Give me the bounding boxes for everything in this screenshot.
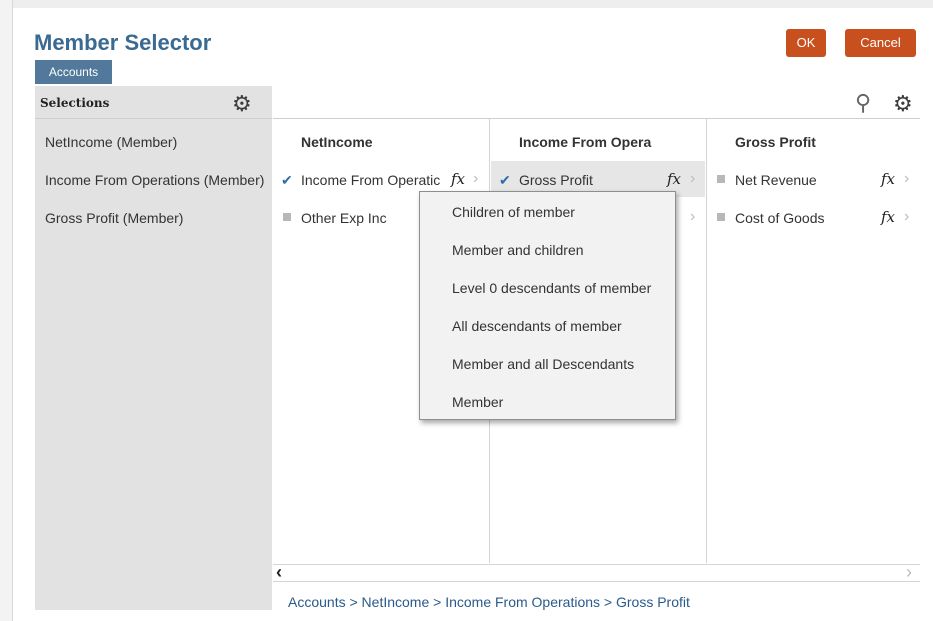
background-window-edge-top: [0, 0, 933, 8]
menu-item-member-and-all-descendants[interactable]: Member and all Descendants: [452, 356, 634, 372]
chevron-right-icon[interactable]: ›: [904, 170, 909, 188]
column-divider: [706, 119, 707, 563]
background-window-edge-left: [0, 0, 13, 621]
breadcrumb[interactable]: Accounts > NetIncome > Income From Opera…: [288, 594, 690, 610]
selections-title: Selections: [40, 96, 110, 110]
member-toolbar: [273, 86, 920, 119]
column-header-gross-profit: Gross Profit: [735, 134, 816, 150]
menu-item-level0-descendants[interactable]: Level 0 descendants of member: [452, 280, 651, 296]
selections-panel: [35, 86, 272, 610]
search-icon[interactable]: ⚲: [855, 90, 871, 116]
chevron-right-icon[interactable]: ›: [473, 170, 478, 188]
chevron-right-icon[interactable]: ›: [904, 208, 909, 226]
selection-item[interactable]: NetIncome (Member): [45, 134, 177, 150]
column-header-netincome: NetIncome: [301, 134, 373, 150]
member-item-income-from-operations[interactable]: Income From Operatic: [301, 172, 440, 188]
menu-item-member[interactable]: Member: [452, 394, 503, 410]
column-header-income-from-operations: Income From Opera: [519, 134, 652, 150]
function-fx-icon[interactable]: fx: [881, 170, 895, 188]
member-square-icon[interactable]: [717, 175, 725, 183]
member-square-icon[interactable]: [283, 213, 291, 221]
horizontal-scrollbar[interactable]: [273, 564, 920, 582]
member-square-icon[interactable]: [717, 213, 725, 221]
function-fx-icon[interactable]: fx: [881, 208, 895, 226]
checkmark-icon[interactable]: ✔: [281, 172, 293, 189]
member-item-gross-profit[interactable]: Gross Profit: [519, 172, 593, 188]
menu-item-all-descendants[interactable]: All descendants of member: [452, 318, 622, 334]
scroll-right-icon[interactable]: ›: [906, 562, 912, 583]
cancel-button[interactable]: Cancel: [845, 29, 916, 57]
member-item-other-exp-inc[interactable]: Other Exp Inc: [301, 210, 387, 226]
selection-item[interactable]: Gross Profit (Member): [45, 210, 183, 226]
function-fx-icon[interactable]: fx: [667, 170, 681, 188]
dialog-title: Member Selector: [34, 30, 212, 55]
chevron-right-icon[interactable]: ›: [690, 170, 695, 188]
menu-item-member-and-children[interactable]: Member and children: [452, 242, 584, 258]
selection-item[interactable]: Income From Operations (Member): [45, 172, 264, 188]
checkmark-icon[interactable]: ✔: [499, 172, 511, 189]
tab-accounts[interactable]: Accounts: [35, 60, 112, 84]
function-fx-icon[interactable]: fx: [451, 170, 465, 188]
chevron-right-icon[interactable]: ›: [690, 208, 695, 226]
ok-button[interactable]: OK: [786, 29, 826, 57]
member-relationship-menu: [419, 191, 676, 420]
selections-gear-icon[interactable]: ⚙: [232, 93, 252, 115]
scroll-left-icon[interactable]: ‹: [276, 562, 282, 583]
menu-item-children-of-member[interactable]: Children of member: [452, 204, 575, 220]
member-item-cost-of-goods[interactable]: Cost of Goods: [735, 210, 825, 226]
member-item-net-revenue[interactable]: Net Revenue: [735, 172, 817, 188]
settings-gear-icon[interactable]: ⚙: [893, 93, 913, 115]
